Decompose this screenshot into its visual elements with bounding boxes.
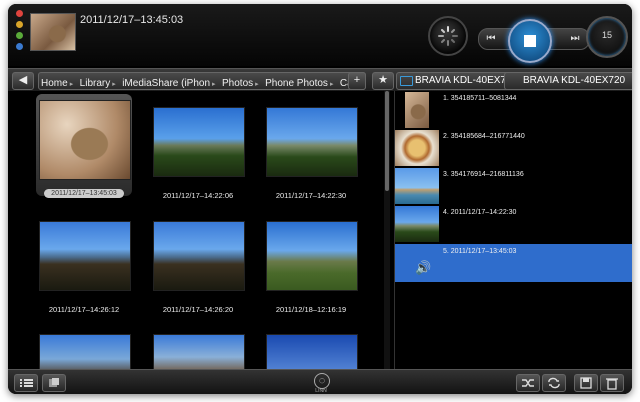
playlist-item-label: 2. 354185684–216771440 <box>443 133 525 140</box>
shuffle-button[interactable] <box>516 374 540 392</box>
minimize-window-button[interactable] <box>16 21 23 28</box>
breadcrumb-photos[interactable]: Photos <box>220 76 255 89</box>
playlist-item[interactable]: 3. 354176914–216811136 <box>395 167 632 205</box>
playlist-thumbnail <box>395 206 439 242</box>
playlist-thumbnail <box>395 130 439 166</box>
now-playing-header: 2011/12/17–13:45:03 ⏮ ⏭ 15 <box>8 4 632 66</box>
navigation-bar: ◀ Home ▸ Library ▸ iMediaShare (iPhon ▸ Pho… <box>8 68 632 92</box>
playlist: 1. 354185711–5081344 2. 354185684–216771… <box>394 91 632 369</box>
photo-caption: 2011/12/17–14:22:30 <box>275 191 347 200</box>
photo-thumbnail[interactable] <box>266 107 358 177</box>
photo-thumbnail[interactable] <box>266 221 358 291</box>
previous-track-button[interactable]: ⏮ <box>483 31 499 47</box>
add-button[interactable]: + <box>348 72 366 90</box>
renderer-tab-2[interactable]: BRAVIA KDL-40EX720 <box>504 72 632 90</box>
breadcrumb-separator-icon: ▸ <box>212 81 216 88</box>
playlist-thumbnail <box>405 92 429 128</box>
repeat-button[interactable] <box>542 374 566 392</box>
playlist-item[interactable]: 4. 2011/12/17–14:22:30 <box>395 205 632 243</box>
stop-button[interactable] <box>508 19 552 63</box>
footer-toolbar: ◯ LINN <box>8 369 632 394</box>
breadcrumb-phone-photos[interactable]: Phone Photos <box>263 76 330 89</box>
linn-logo-text: LINN <box>315 388 327 394</box>
trash-icon <box>606 378 618 390</box>
playlist-item[interactable]: 1. 354185711–5081344 <box>395 91 632 129</box>
now-playing-title: 2011/12/17–13:45:03 <box>80 14 184 26</box>
photo-grid: 2011/12/17–13:45:03 2011/12/17–14:22:06 … <box>8 91 384 369</box>
list-view-button[interactable] <box>14 374 38 392</box>
breadcrumb-home[interactable]: Home <box>39 76 70 89</box>
playlist-item-label: 4. 2011/12/17–14:22:30 <box>443 209 517 216</box>
photo-thumbnail[interactable] <box>153 221 245 291</box>
photo-thumbnail[interactable] <box>39 100 131 180</box>
renderer-tab-1[interactable]: BRAVIA KDL-40EX720 <box>396 72 520 90</box>
photo-thumbnail[interactable] <box>266 334 358 369</box>
back-button[interactable]: ◀ <box>12 72 34 90</box>
tv-icon <box>400 76 413 86</box>
zoom-window-button[interactable] <box>16 32 23 39</box>
save-playlist-button[interactable] <box>574 374 598 392</box>
speaker-icon: 🔊 <box>415 260 432 275</box>
breadcrumb-separator-icon: ▸ <box>69 81 74 88</box>
photo-caption: 2011/12/17–14:22:06 <box>162 191 234 200</box>
repeat-icon <box>548 377 560 389</box>
photo-thumbnail[interactable] <box>39 334 131 369</box>
renderer-name: BRAVIA KDL-40EX720 <box>415 75 518 86</box>
playlist-item[interactable]: 2. 354185684–216771440 <box>395 129 632 167</box>
photo-thumbnail[interactable] <box>153 107 245 177</box>
renderer-name: BRAVIA KDL-40EX720 <box>523 75 626 86</box>
playlist-item-label: 3. 354176914–216811136 <box>443 171 524 178</box>
photo-caption: 2011/12/18–12:16:19 <box>275 305 347 314</box>
stop-icon <box>524 35 536 47</box>
list-icon <box>20 379 33 387</box>
artwork-view-button[interactable] <box>42 374 66 392</box>
breadcrumb-separator-icon: ▸ <box>255 81 259 88</box>
shuffle-icon <box>522 379 534 387</box>
photo-caption: 2011/12/17–14:26:20 <box>162 305 234 314</box>
breadcrumb-imediashare[interactable]: iMediaShare (iPhon <box>120 76 212 89</box>
playlist-thumbnail <box>395 168 439 204</box>
breadcrumb-separator-icon: ▸ <box>329 81 334 88</box>
playlist-item-label: 5. 2011/12/17–13:45:03 <box>443 248 517 255</box>
photo-thumbnail[interactable] <box>153 334 245 369</box>
save-icon <box>580 377 592 389</box>
close-window-button[interactable] <box>16 10 23 17</box>
playlist-item-selected[interactable]: 5. 2011/12/17–13:45:03 🔊 <box>395 244 632 282</box>
scrollbar-thumb[interactable] <box>385 91 389 191</box>
breadcrumb: Home ▸ Library ▸ iMediaShare (iPhon ▸ Photo… <box>38 72 366 90</box>
grid-scrollbar[interactable] <box>384 91 390 369</box>
volume-knob[interactable]: 15 <box>586 16 628 58</box>
loading-spinner-icon <box>438 26 458 46</box>
now-playing-artwork <box>30 13 76 51</box>
photo-caption: 2011/12/17–14:26:12 <box>48 305 120 314</box>
delete-button[interactable] <box>600 374 624 392</box>
playlist-item-label: 1. 354185711–5081344 <box>443 95 517 102</box>
info-window-button[interactable] <box>16 43 23 50</box>
artwork-icon <box>49 378 59 387</box>
volume-level: 15 <box>601 30 612 40</box>
photo-caption: 2011/12/17–13:45:03 <box>44 189 124 198</box>
favorite-button[interactable]: ★ <box>372 72 394 90</box>
app-window: 2011/12/17–13:45:03 ⏮ ⏭ 15 ◀ Home ▸ Libr… <box>8 4 632 394</box>
breadcrumb-library[interactable]: Library <box>78 76 113 89</box>
source-knob[interactable] <box>428 16 468 56</box>
next-track-button[interactable]: ⏭ <box>567 31 583 47</box>
photo-thumbnail[interactable] <box>39 221 131 291</box>
breadcrumb-separator-icon: ▸ <box>112 81 116 88</box>
linn-logo: ◯ <box>314 373 330 389</box>
